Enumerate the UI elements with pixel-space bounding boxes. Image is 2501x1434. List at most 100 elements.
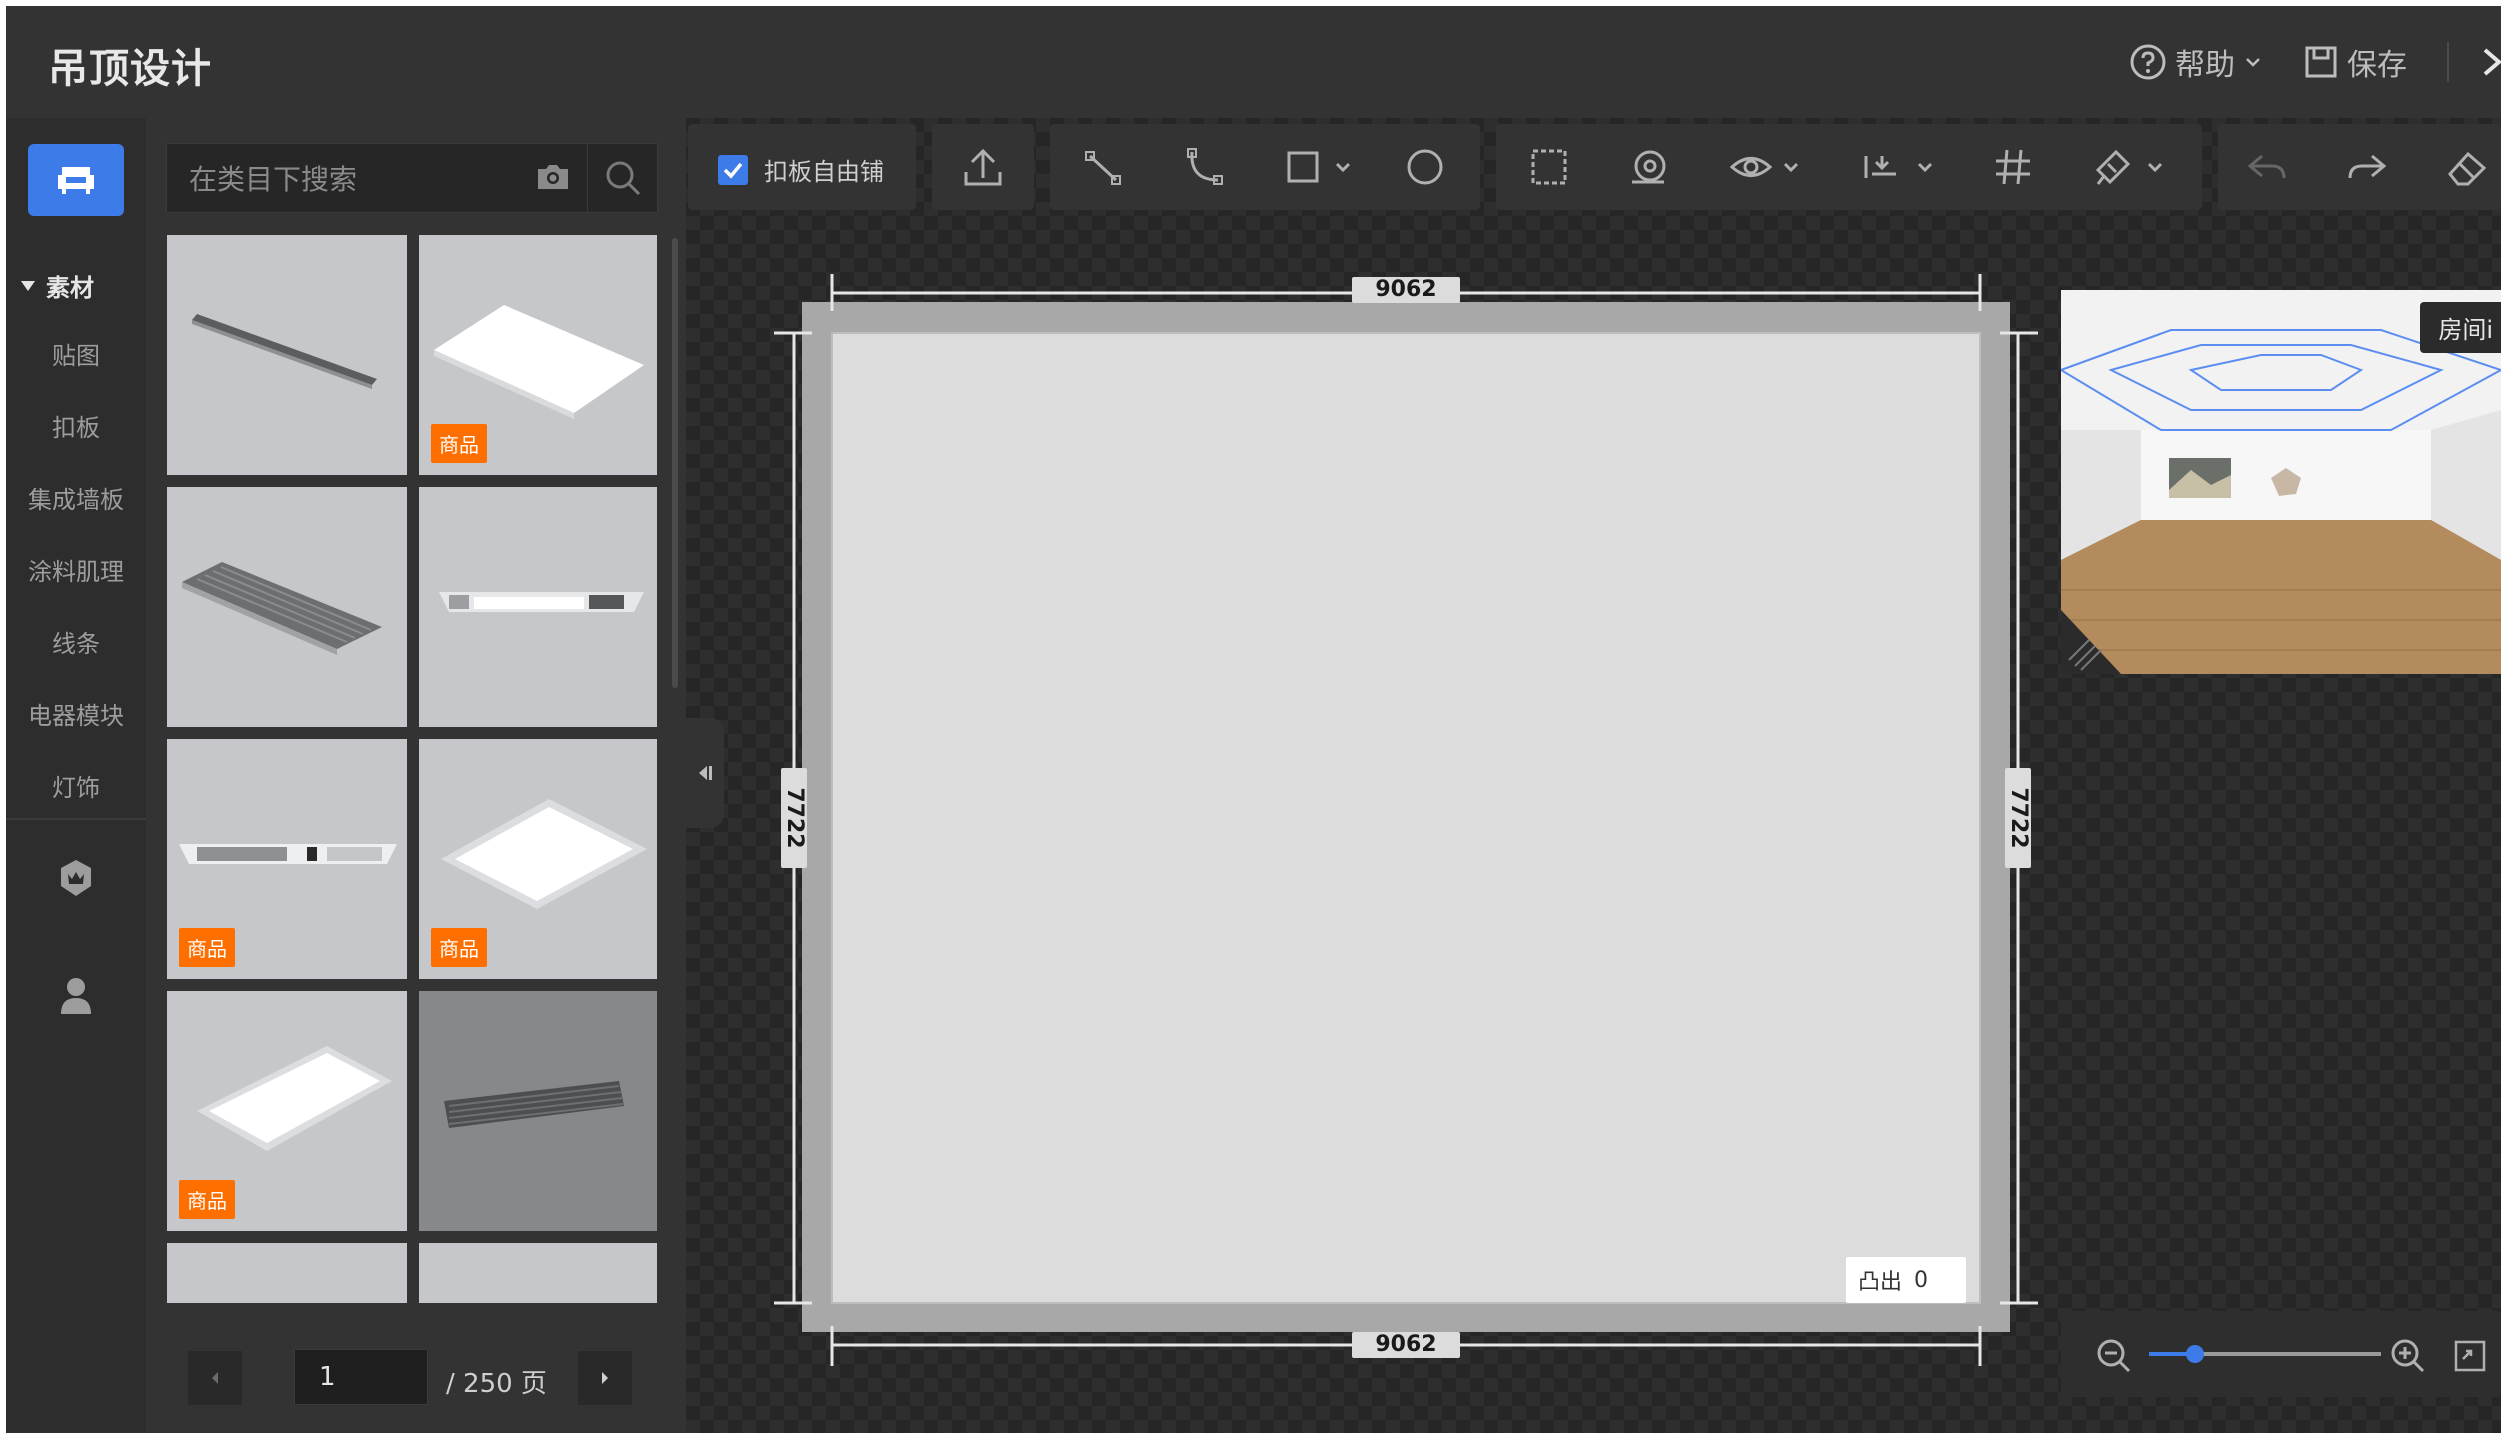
search-icon (606, 161, 641, 196)
catalog-scrollbar[interactable] (672, 238, 678, 688)
product-card-ceiling-light-vent[interactable] (419, 487, 657, 727)
chevron-down-icon[interactable] (1334, 158, 1352, 176)
rail-item-lighting[interactable]: 灯饰 (6, 768, 146, 803)
arc-tool-icon[interactable] (1180, 144, 1226, 190)
collapse-panel-button[interactable] (686, 718, 724, 828)
search-button[interactable] (587, 144, 658, 212)
eye-icon[interactable] (1728, 144, 1774, 190)
chevron-right-icon (602, 1372, 608, 1384)
undo-icon[interactable] (2244, 144, 2290, 190)
category-head-label: 素材 (46, 274, 94, 302)
chevron-left-icon (212, 1372, 218, 1384)
sofa-icon (58, 167, 94, 194)
toolbar-group-tile: 扣板自由铺 (688, 124, 916, 210)
dimension-bottom-label: 9062 (1352, 1332, 1460, 1358)
product-card-bath-heater[interactable]: 商品 (167, 739, 407, 979)
rectangle-tool-icon[interactable] (1280, 144, 1326, 190)
rail-item-appliance[interactable]: 电器模块 (6, 696, 146, 731)
product-card-square-panel-light[interactable]: 商品 (419, 739, 657, 979)
page-title: 吊顶设计 (48, 46, 212, 92)
chevron-down-icon[interactable] (1916, 158, 1934, 176)
prev-page-button[interactable] (188, 1351, 242, 1405)
camera-icon[interactable] (535, 162, 571, 192)
category-head-materials[interactable]: 素材 (20, 268, 94, 303)
free-tile-label: 扣板自由铺 (764, 158, 884, 186)
left-rail: 素材 贴图 扣板 集成墙板 涂料肌理 线条 电器模块 灯饰 (6, 118, 146, 1433)
search-input[interactable] (167, 144, 551, 214)
checkbox-checked-icon (718, 154, 748, 185)
bulge-value: 0 (1914, 1267, 1929, 1293)
top-actions: 帮助 保存 (2129, 6, 2501, 118)
product-card-long-panel-light[interactable]: 商品 (167, 991, 407, 1231)
crown-shield-icon[interactable] (58, 858, 94, 898)
pagination: / 250 页 (146, 1333, 686, 1423)
eraser-icon[interactable] (2444, 144, 2490, 190)
room-3d-preview[interactable]: 房间i (2061, 290, 2501, 674)
preview-label[interactable]: 房间i (2420, 302, 2501, 353)
vent-grille-thumbnail (182, 562, 382, 655)
product-badge: 商品 (179, 1180, 235, 1219)
rail-item-texture[interactable]: 贴图 (6, 336, 146, 371)
search-box (166, 143, 658, 214)
dark-vent-thumbnail (444, 1081, 624, 1128)
product-card-linear-vent[interactable] (167, 235, 407, 475)
zoom-control (2061, 1311, 2501, 1397)
bulge-label: 凸出 (1858, 1270, 1903, 1295)
bulge-indicator[interactable]: 凸出 0 (1846, 1257, 1966, 1303)
product-card-dark-vent[interactable] (419, 991, 657, 1231)
rail-item-paint-texture[interactable]: 涂料肌理 (6, 552, 146, 587)
rail-item-panel[interactable]: 扣板 (6, 408, 146, 443)
select-region-icon[interactable] (1526, 144, 1572, 190)
brush-icon[interactable] (2090, 144, 2136, 190)
page-total: / 250 页 (446, 1369, 547, 1399)
triangle-down-icon (21, 280, 35, 291)
save-label: 保存 (2347, 48, 2407, 83)
chevron-down-icon[interactable] (2146, 158, 2164, 176)
rail-item-wall-board[interactable]: 集成墙板 (6, 480, 146, 515)
product-badge: 商品 (431, 424, 487, 463)
linear-vent-thumbnail (192, 314, 377, 389)
zoom-in-icon[interactable] (2389, 1337, 2427, 1375)
product-card-panel-light[interactable]: 商品 (419, 235, 657, 475)
product-grid: 商品 商品 商品 商品 (167, 235, 657, 1415)
help-icon (2130, 44, 2166, 80)
toolbar: 扣板自由铺 (688, 124, 2501, 210)
product-card-partial[interactable] (419, 1243, 657, 1303)
align-icon[interactable] (1856, 144, 1902, 190)
help-label: 帮助 (2175, 48, 2235, 83)
page-number-input[interactable] (294, 1349, 428, 1405)
rail-item-lines[interactable]: 线条 (6, 624, 146, 659)
toolbar-group-draw (1050, 124, 1480, 210)
chevron-down-icon[interactable] (1782, 158, 1800, 176)
line-tool-icon[interactable] (1080, 144, 1126, 190)
circle-tool-icon[interactable] (1402, 144, 1448, 190)
free-tile-checkbox[interactable]: 扣板自由铺 (718, 152, 884, 187)
toolbar-group-view (1496, 124, 2202, 210)
next-page-button[interactable] (578, 1351, 632, 1405)
chevron-down-icon (2246, 58, 2260, 67)
zoom-out-icon[interactable] (2095, 1337, 2133, 1375)
ceiling-light-vent-thumbnail (439, 592, 644, 612)
dimension-left-label: 7722 (781, 768, 807, 868)
material-home-button[interactable] (28, 144, 124, 216)
toolbar-group-history (2218, 124, 2501, 210)
fit-view-icon[interactable] (2453, 1339, 2487, 1373)
zoom-slider-handle[interactable] (2186, 1345, 2205, 1363)
grid-icon[interactable] (1990, 144, 2036, 190)
dimension-right-label: 7722 (2005, 768, 2031, 868)
catalog-panel: 商品 (146, 118, 686, 1433)
chevron-right-icon[interactable] (2477, 42, 2501, 82)
product-card-partial[interactable] (167, 1243, 407, 1303)
product-badge: 商品 (431, 928, 487, 967)
help-button[interactable]: 帮助 (2129, 40, 2263, 84)
top-divider (2447, 42, 2449, 82)
app-window: 吊顶设计 帮助 保存 素材 贴图 扣板 集成墙板 涂料肌理 线条 电器模块 灯饰… (6, 6, 2501, 1433)
save-icon (2305, 46, 2337, 78)
save-button[interactable]: 保存 (2303, 40, 2407, 84)
user-icon[interactable] (58, 976, 94, 1016)
redo-icon[interactable] (2344, 144, 2390, 190)
measure-tape-icon[interactable] (1626, 144, 1672, 190)
product-card-vent-grille[interactable] (167, 487, 407, 727)
upload-icon[interactable] (960, 144, 1006, 190)
toolbar-group-upload (932, 124, 1034, 210)
